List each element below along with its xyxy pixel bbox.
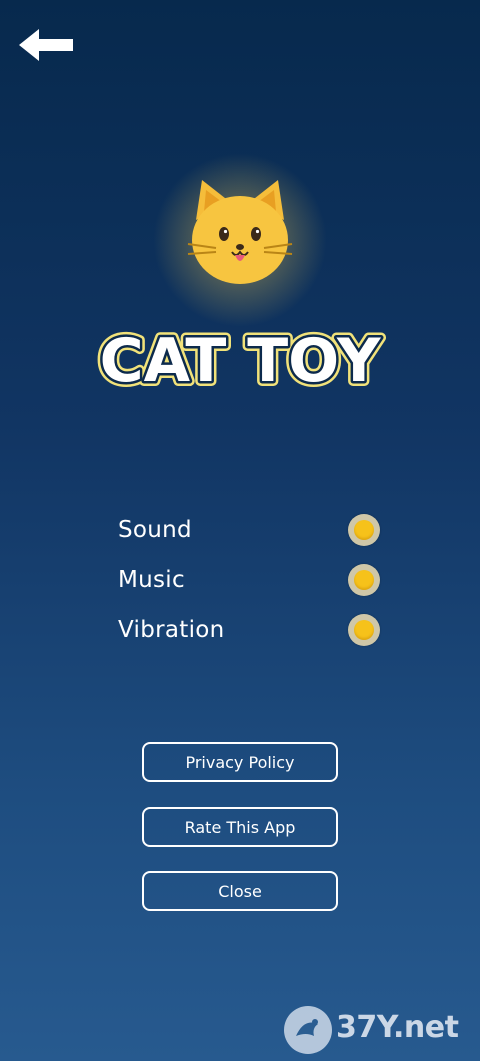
back-button[interactable]: [14, 22, 78, 68]
toggle-on-indicator: [354, 520, 374, 540]
settings-list: Sound Music Vibration: [118, 505, 380, 655]
privacy-policy-button[interactable]: Privacy Policy: [142, 742, 338, 782]
rate-app-button[interactable]: Rate This App: [142, 807, 338, 847]
app-logo: CAT TOY CAT TOY CAT TOY: [95, 321, 387, 401]
vibration-toggle[interactable]: [348, 614, 380, 646]
setting-row-vibration: Vibration: [118, 605, 380, 655]
sound-toggle[interactable]: [348, 514, 380, 546]
vibration-label: Vibration: [118, 617, 225, 643]
watermark-text: 37Y.net: [336, 1010, 459, 1045]
toggle-on-indicator: [354, 570, 374, 590]
setting-row-music: Music: [118, 555, 380, 605]
toggle-on-indicator: [354, 620, 374, 640]
svg-text:CAT TOY: CAT TOY: [100, 326, 382, 396]
watermark-logo-icon: [284, 1006, 332, 1054]
cat-face-icon: [187, 180, 293, 284]
close-button[interactable]: Close: [142, 871, 338, 911]
setting-row-sound: Sound: [118, 505, 380, 555]
watermark: 37Y.net: [282, 1002, 478, 1060]
sound-label: Sound: [118, 517, 192, 543]
music-label: Music: [118, 567, 185, 593]
music-toggle[interactable]: [348, 564, 380, 596]
arrow-left-icon: [19, 29, 73, 61]
